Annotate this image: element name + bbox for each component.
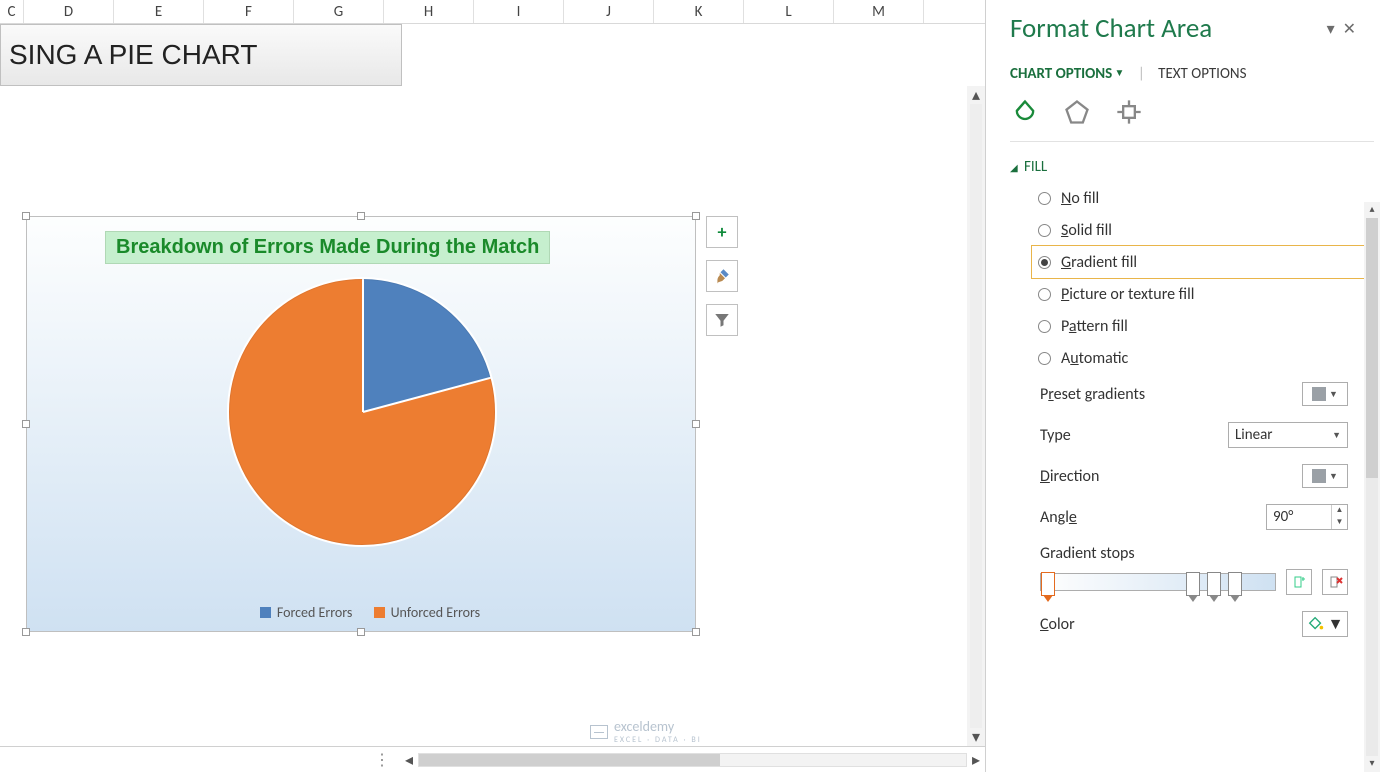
gradient-stops-bar[interactable] [1040, 573, 1276, 591]
merged-title-cell[interactable]: SING A PIE CHART [0, 24, 402, 86]
resize-handle[interactable] [357, 628, 365, 636]
col-header[interactable]: F [204, 0, 294, 23]
direction-button[interactable]: ▼ [1302, 464, 1348, 488]
resize-handle[interactable] [692, 212, 700, 220]
preset-gradients-label: Preset gradients [1040, 385, 1145, 404]
watermark-logo-icon [590, 725, 608, 739]
size-props-tab-icon[interactable] [1114, 97, 1144, 127]
pane-title: Format Chart Area [1010, 12, 1212, 45]
angle-spinner[interactable]: 90°▲▼ [1266, 504, 1348, 530]
brush-icon [713, 267, 731, 285]
legend-swatch-forced [260, 607, 271, 618]
chart-styles-button[interactable] [706, 260, 738, 292]
radio-picture-fill[interactable]: Picture or texture fill [1032, 278, 1374, 310]
pane-scrollbar[interactable]: ▴▾ [1364, 202, 1380, 772]
legend-label: Forced Errors [277, 604, 353, 621]
tab-text-options[interactable]: TEXT OPTIONS [1158, 65, 1246, 83]
gradient-stops-label: Gradient stops [1040, 544, 1348, 563]
fill-line-tab-icon[interactable] [1010, 97, 1040, 127]
pane-close-icon[interactable]: ✕ [1343, 20, 1364, 39]
worksheet-area: C D E F G H I J K L M SING A PIE CHART [0, 0, 986, 772]
scroll-up-icon[interactable]: ▴ [967, 86, 985, 104]
section-fill-header[interactable]: FILL [1010, 152, 1374, 182]
preset-gradients-button[interactable]: ▼ [1302, 382, 1348, 406]
resize-handle[interactable] [357, 212, 365, 220]
watermark-sub: EXCEL · DATA · BI [614, 735, 702, 745]
add-gradient-stop-button[interactable] [1286, 569, 1312, 595]
vertical-scrollbar[interactable]: ▴ ▾ [967, 86, 985, 746]
chart-filter-button[interactable] [706, 304, 738, 336]
resize-handle[interactable] [22, 212, 30, 220]
color-picker-button[interactable]: ▼ [1302, 611, 1348, 637]
direction-label: Direction [1040, 467, 1099, 486]
pie-plot[interactable] [227, 277, 527, 577]
column-headers: C D E F G H I J K L M [0, 0, 985, 24]
col-header[interactable]: J [564, 0, 654, 23]
legend-label: Unforced Errors [391, 604, 481, 621]
resize-handle[interactable] [692, 420, 700, 428]
col-header[interactable]: H [384, 0, 474, 23]
gradient-stop[interactable] [1228, 572, 1242, 596]
col-header[interactable]: D [24, 0, 114, 23]
paint-bucket-icon [1307, 615, 1325, 633]
gradient-stop[interactable] [1041, 572, 1055, 596]
filter-icon [713, 311, 731, 329]
scroll-left-icon[interactable]: ◂ [400, 750, 418, 770]
col-header[interactable]: G [294, 0, 384, 23]
scroll-right-icon[interactable]: ▸ [967, 750, 985, 770]
sheet-tab-handle[interactable]: ⋮ [0, 750, 400, 770]
chart-title[interactable]: Breakdown of Errors Made During the Matc… [105, 231, 550, 264]
col-header[interactable]: M [834, 0, 924, 23]
gradient-stop[interactable] [1207, 572, 1221, 596]
col-header[interactable]: E [114, 0, 204, 23]
col-header[interactable]: I [474, 0, 564, 23]
gradient-stop[interactable] [1186, 572, 1200, 596]
legend-swatch-unforced [374, 607, 385, 618]
chart-elements-button[interactable]: + [706, 216, 738, 248]
color-label: Color [1040, 615, 1075, 634]
horizontal-scrollbar[interactable]: ⋮ ◂ ▸ [0, 746, 985, 772]
chart-object[interactable]: Breakdown of Errors Made During the Matc… [26, 216, 696, 632]
tab-chart-options[interactable]: CHART OPTIONS [1010, 65, 1124, 83]
watermark: exceldemy EXCEL · DATA · BI [590, 718, 702, 745]
col-header[interactable]: L [744, 0, 834, 23]
radio-solid-fill[interactable]: Solid fill [1032, 214, 1374, 246]
watermark-text: exceldemy [614, 718, 674, 735]
resize-handle[interactable] [22, 628, 30, 636]
effects-tab-icon[interactable] [1062, 97, 1092, 127]
radio-no-fill[interactable]: No fill [1032, 182, 1374, 214]
format-pane: Format Chart Area ▾✕ CHART OPTIONS | TEX… [986, 0, 1380, 772]
col-header[interactable]: C [0, 0, 24, 23]
radio-automatic[interactable]: Automatic [1032, 342, 1374, 374]
scroll-down-icon[interactable]: ▾ [967, 728, 985, 746]
chart-legend[interactable]: Forced Errors Unforced Errors [27, 604, 695, 621]
resize-handle[interactable] [692, 628, 700, 636]
type-select[interactable]: Linear▼ [1228, 422, 1348, 448]
pane-scroll-thumb[interactable] [1366, 218, 1378, 478]
radio-gradient-fill[interactable]: Gradient fill [1032, 246, 1374, 278]
angle-label: Angle [1040, 508, 1077, 527]
col-header[interactable]: K [654, 0, 744, 23]
remove-gradient-stop-button[interactable] [1322, 569, 1348, 595]
resize-handle[interactable] [22, 420, 30, 428]
radio-pattern-fill[interactable]: Pattern fill [1032, 310, 1374, 342]
type-label: Type [1040, 426, 1071, 445]
scroll-thumb[interactable] [419, 754, 720, 766]
pane-menu-icon[interactable]: ▾ [1327, 20, 1343, 39]
